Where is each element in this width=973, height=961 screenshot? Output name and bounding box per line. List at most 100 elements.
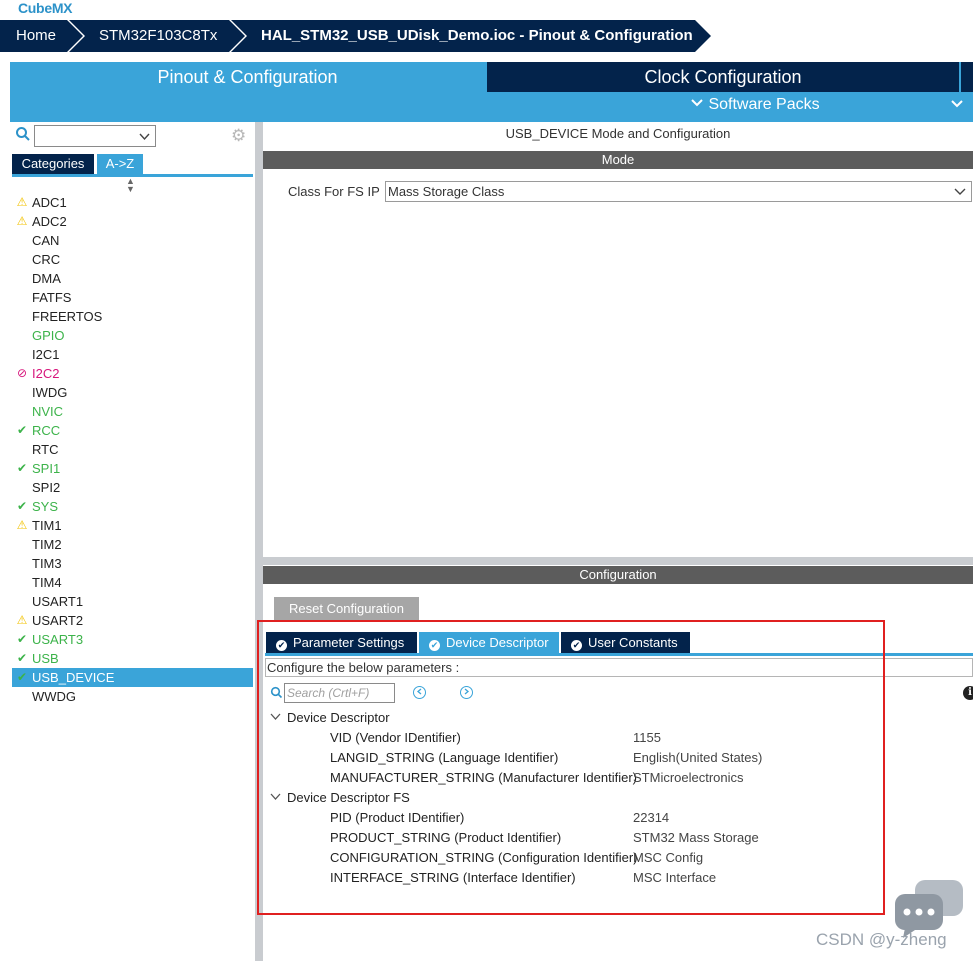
peripheral-label: CRC bbox=[32, 252, 61, 267]
peripheral-item-gpio[interactable]: GPIO bbox=[12, 326, 253, 345]
peripheral-item-rtc[interactable]: RTC bbox=[12, 440, 253, 459]
peripheral-label: I2C1 bbox=[32, 347, 60, 362]
peripheral-item-fatfs[interactable]: FATFS bbox=[12, 288, 253, 307]
tab-a-to-z[interactable]: A->Z bbox=[97, 154, 143, 174]
tab-categories[interactable]: Categories bbox=[12, 154, 94, 174]
breadcrumb-mcu[interactable]: STM32F103C8Tx bbox=[69, 20, 247, 52]
status-placeholder bbox=[14, 535, 30, 554]
breadcrumb-project[interactable]: HAL_STM32_USB_UDisk_Demo.ioc - Pinout & … bbox=[231, 20, 713, 52]
warning-icon: ⚠ bbox=[16, 195, 28, 209]
tab-pinout-configuration[interactable]: Pinout & Configuration bbox=[10, 62, 485, 92]
mode-title: USB_DEVICE Mode and Configuration bbox=[505, 126, 731, 141]
peripheral-label: WWDG bbox=[32, 689, 77, 704]
search-icon[interactable] bbox=[15, 126, 31, 142]
tab-overflow[interactable] bbox=[961, 62, 973, 92]
warning-icon: ⚠ bbox=[16, 214, 28, 228]
peripheral-item-crc[interactable]: CRC bbox=[12, 250, 253, 269]
peripheral-label: SYS bbox=[32, 499, 59, 514]
peripheral-label: RTC bbox=[32, 442, 59, 457]
chevron-down-icon bbox=[691, 99, 703, 107]
peripheral-label: GPIO bbox=[32, 328, 65, 343]
horizontal-splitter[interactable] bbox=[263, 557, 973, 565]
peripheral-item-i2c1[interactable]: I2C1 bbox=[12, 345, 253, 364]
status-placeholder bbox=[14, 554, 30, 573]
peripheral-item-iwdg[interactable]: IWDG bbox=[12, 383, 253, 402]
reset-configuration-button[interactable]: Reset Configuration bbox=[274, 597, 419, 621]
warning-icon: ⚠ bbox=[16, 518, 28, 532]
peripheral-item-usb-device[interactable]: ✔ USB_DEVICE bbox=[12, 668, 253, 687]
status-placeholder bbox=[14, 687, 30, 706]
peripheral-label: TIM3 bbox=[32, 556, 62, 571]
peripheral-item-usb[interactable]: ✔ USB bbox=[12, 649, 253, 668]
peripheral-item-tim4[interactable]: TIM4 bbox=[12, 573, 253, 592]
software-packs-menu[interactable]: Software Packs bbox=[690, 96, 820, 114]
class-for-fs-ip-select[interactable]: Mass Storage Class bbox=[385, 181, 972, 202]
peripheral-label: TIM1 bbox=[32, 518, 62, 533]
breadcrumb-mcu-label: STM32F103C8Tx bbox=[99, 27, 218, 44]
peripheral-item-i2c2[interactable]: ⊘ I2C2 bbox=[12, 364, 253, 383]
peripheral-label: ADC1 bbox=[32, 195, 67, 210]
check-icon: ✔ bbox=[16, 632, 28, 646]
peripheral-label: RCC bbox=[32, 423, 61, 438]
peripheral-label: USART2 bbox=[32, 613, 84, 628]
status-placeholder bbox=[14, 440, 30, 459]
status-placeholder bbox=[14, 345, 30, 364]
peripheral-item-nvic[interactable]: NVIC bbox=[12, 402, 253, 421]
peripheral-item-adc1[interactable]: ⚠ ADC1 bbox=[12, 193, 253, 212]
peripheral-label: CAN bbox=[32, 233, 60, 248]
status-placeholder bbox=[14, 573, 30, 592]
peripheral-item-adc2[interactable]: ⚠ ADC2 bbox=[12, 212, 253, 231]
highlight-box bbox=[257, 620, 885, 915]
breadcrumb-home[interactable]: Home bbox=[0, 20, 85, 52]
peripheral-list: ⚠ ADC1 ⚠ ADC2 CAN CRC DMA FATFS FREERTOS GPIO I2C1… bbox=[12, 193, 253, 706]
peripheral-item-spi1[interactable]: ✔ SPI1 bbox=[12, 459, 253, 478]
info-icon[interactable]: i bbox=[963, 686, 973, 700]
check-icon: ✔ bbox=[16, 499, 28, 513]
sort-icon[interactable]: ▲ ▼ bbox=[126, 177, 135, 194]
peripheral-label: USART3 bbox=[32, 632, 84, 647]
chevron-down-icon bbox=[139, 133, 150, 141]
peripheral-item-tim2[interactable]: TIM2 bbox=[12, 535, 253, 554]
status-placeholder bbox=[14, 478, 30, 497]
overflow-menu[interactable] bbox=[950, 96, 964, 114]
peripheral-item-sys[interactable]: ✔ SYS bbox=[12, 497, 253, 516]
peripheral-item-rcc[interactable]: ✔ RCC bbox=[12, 421, 253, 440]
watermark: CSDN @y-zheng bbox=[816, 930, 947, 949]
peripheral-label: SPI1 bbox=[32, 461, 61, 476]
mode-header: Mode bbox=[263, 151, 973, 169]
peripheral-label: IWDG bbox=[32, 385, 68, 400]
peripheral-item-usart1[interactable]: USART1 bbox=[12, 592, 253, 611]
peripheral-item-wwdg[interactable]: WWDG bbox=[12, 687, 253, 706]
peripheral-label: TIM4 bbox=[32, 575, 62, 590]
check-icon: ✔ bbox=[16, 461, 28, 475]
status-placeholder bbox=[14, 269, 30, 288]
peripheral-item-freertos[interactable]: FREERTOS bbox=[12, 307, 253, 326]
peripheral-label: I2C2 bbox=[32, 366, 60, 381]
breadcrumb: Home STM32F103C8Tx HAL_STM32_USB_UDisk_D… bbox=[0, 20, 973, 52]
blocked-icon: ⊘ bbox=[16, 366, 28, 380]
configuration-header: Configuration bbox=[263, 566, 973, 584]
status-placeholder bbox=[14, 402, 30, 421]
peripheral-label: FREERTOS bbox=[32, 309, 103, 324]
peripheral-label: TIM2 bbox=[32, 537, 62, 552]
peripheral-label: USB bbox=[32, 651, 59, 666]
cubemx-logo: CubeMX bbox=[18, 0, 73, 16]
gear-icon[interactable]: ⚙ bbox=[231, 126, 246, 146]
peripheral-item-tim3[interactable]: TIM3 bbox=[12, 554, 253, 573]
peripheral-item-can[interactable]: CAN bbox=[12, 231, 253, 250]
peripheral-item-usart3[interactable]: ✔ USART3 bbox=[12, 630, 253, 649]
tab-clock-configuration[interactable]: Clock Configuration bbox=[487, 62, 959, 92]
breadcrumb-home-label: Home bbox=[16, 27, 57, 44]
check-icon: ✔ bbox=[16, 670, 28, 684]
peripheral-item-tim1[interactable]: ⚠ TIM1 bbox=[12, 516, 253, 535]
chevron-down-icon bbox=[954, 188, 966, 195]
peripheral-item-dma[interactable]: DMA bbox=[12, 269, 253, 288]
status-placeholder bbox=[14, 288, 30, 307]
peripheral-label: FATFS bbox=[32, 290, 72, 305]
peripheral-item-usart2[interactable]: ⚠ USART2 bbox=[12, 611, 253, 630]
search-dropdown[interactable] bbox=[34, 125, 156, 147]
peripheral-item-spi2[interactable]: SPI2 bbox=[12, 478, 253, 497]
chevron-down-icon bbox=[951, 100, 963, 108]
peripheral-label: ADC2 bbox=[32, 214, 67, 229]
status-placeholder bbox=[14, 231, 30, 250]
